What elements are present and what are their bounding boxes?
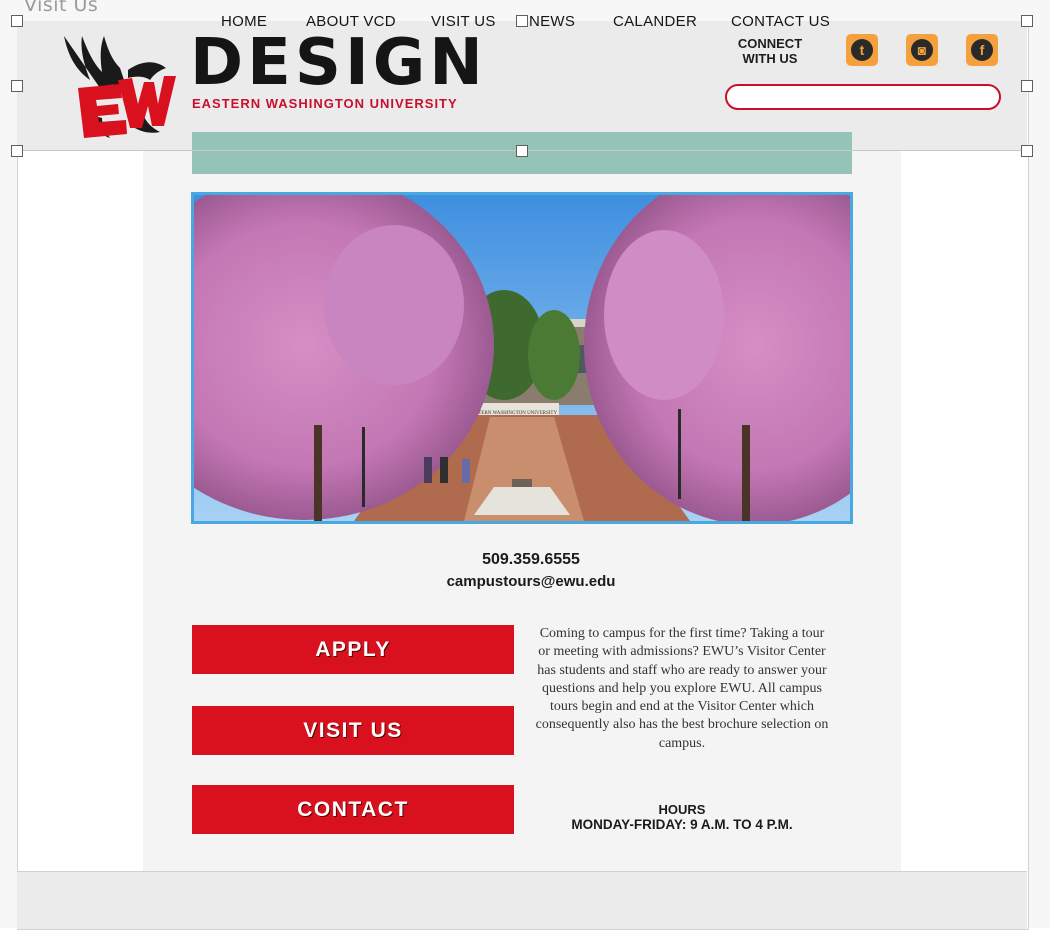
search-input[interactable] xyxy=(725,84,1001,110)
person-2 xyxy=(440,457,448,483)
nav-visit-us[interactable]: VISIT US xyxy=(431,13,496,30)
blossom-tree-right-2 xyxy=(604,230,724,400)
nav-home[interactable]: HOME xyxy=(221,13,267,30)
nav-calander[interactable]: CALANDER xyxy=(613,13,697,30)
resize-handle-top-right[interactable] xyxy=(1021,15,1033,27)
person-1 xyxy=(424,457,432,483)
apply-button[interactable]: APPLY xyxy=(192,625,514,674)
hero-image[interactable]: EASTERN WASHINGTON UNIVERSITY xyxy=(191,192,853,524)
blossom-tree-left-2 xyxy=(324,225,464,385)
ewu-eagle-logo[interactable]: EW xyxy=(56,30,176,142)
campus-photo: EASTERN WASHINGTON UNIVERSITY xyxy=(194,195,850,521)
nav-about-vcd[interactable]: ABOUT VCD xyxy=(306,13,396,30)
logo-w-shape xyxy=(118,76,176,128)
phone-number: 509.359.6555 xyxy=(482,551,580,568)
design-wordmark[interactable]: DESIGN xyxy=(190,28,487,98)
resize-handle-middle-right[interactable] xyxy=(1021,80,1033,92)
tree-trunk-right xyxy=(742,425,750,521)
contact-button[interactable]: CONTACT xyxy=(192,785,514,834)
connect-heading: CONNECT WITH US xyxy=(725,36,815,66)
twitter-icon: t xyxy=(851,39,873,61)
resize-handle-bottom-left[interactable] xyxy=(11,145,23,157)
facebook-icon: f xyxy=(971,39,993,61)
lamp-post-left xyxy=(362,427,365,507)
visit-us-button[interactable]: VISIT US xyxy=(192,706,514,755)
eagle-beak-shape xyxy=(128,62,166,80)
background-tree-2 xyxy=(528,310,580,400)
nav-news[interactable]: NEWS xyxy=(529,13,575,30)
twitter-button[interactable]: t xyxy=(846,34,878,66)
facebook-button[interactable]: f xyxy=(966,34,998,66)
resize-handle-bottom-right[interactable] xyxy=(1021,145,1033,157)
visitor-center-blurb: Coming to campus for the first time? Tak… xyxy=(535,626,829,751)
artboard-title[interactable]: Visit Us xyxy=(24,0,98,16)
person-3 xyxy=(462,459,470,483)
tree-trunk-left xyxy=(314,425,322,521)
connect-line-2: WITH US xyxy=(742,51,798,66)
logo-e-shape xyxy=(78,84,127,138)
footer xyxy=(17,871,1027,929)
resize-handle-middle-left[interactable] xyxy=(11,80,23,92)
lamp-post-right xyxy=(678,409,681,499)
hours-label: HOURS xyxy=(658,802,706,817)
nav-contact-us[interactable]: CONTACT US xyxy=(731,13,830,30)
resize-handle-top-center[interactable] xyxy=(516,15,528,27)
email-link[interactable]: campustours@ewu.edu xyxy=(143,573,919,590)
resize-handle-bottom-center[interactable] xyxy=(516,145,528,157)
instagram-icon: ◙ xyxy=(911,39,933,61)
university-subtitle: EASTERN WASHINGTON UNIVERSITY xyxy=(192,96,458,111)
resize-handle-top-left[interactable] xyxy=(11,15,23,27)
instagram-button[interactable]: ◙ xyxy=(906,34,938,66)
hours-value: MONDAY-FRIDAY: 9 A.M. TO 4 P.M. xyxy=(571,817,793,832)
eagle-wing-shape xyxy=(64,36,126,88)
connect-line-1: CONNECT xyxy=(737,36,803,51)
